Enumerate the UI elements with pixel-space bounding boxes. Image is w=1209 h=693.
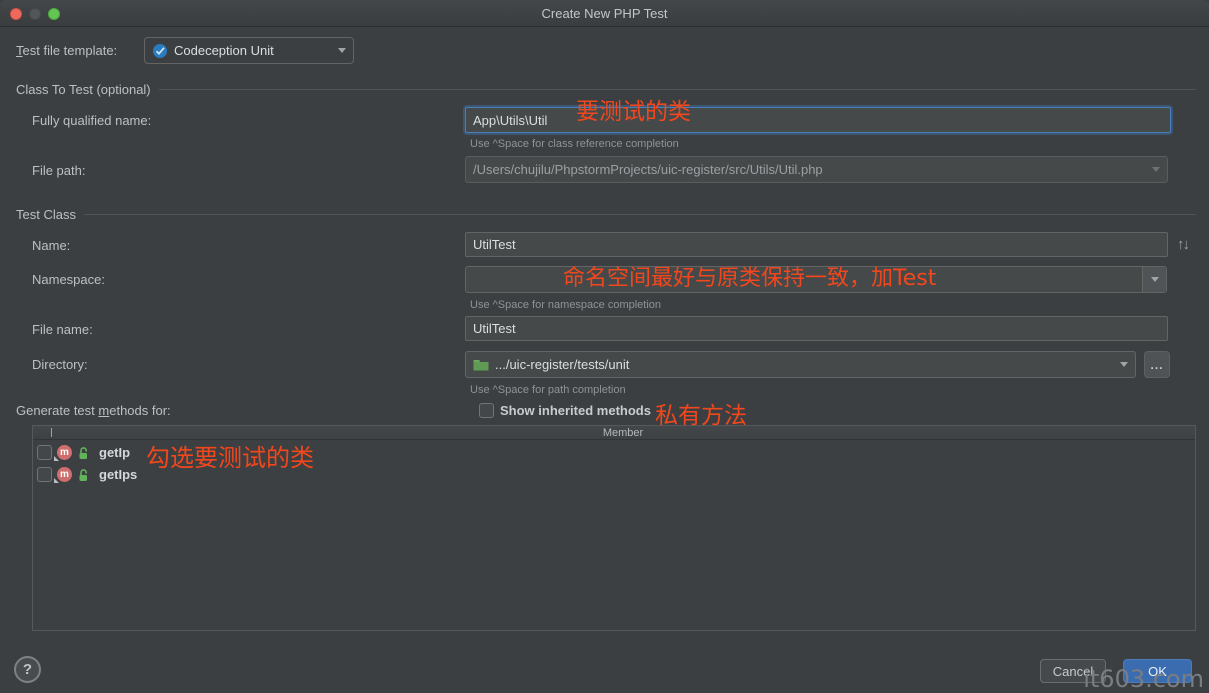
annotation-members: 勾选要测试的类 <box>146 438 314 473</box>
show-inherited-label: Show inherited methods <box>500 403 651 418</box>
window-title: Create New PHP Test <box>0 6 1209 21</box>
ok-button[interactable]: OK <box>1123 659 1192 683</box>
method-icon: m <box>57 467 72 482</box>
cancel-button[interactable]: Cancel <box>1040 659 1106 683</box>
method-glyph: m <box>60 447 69 458</box>
mnemonic: m <box>98 403 109 418</box>
section-title: Test Class <box>16 207 76 222</box>
up-down-arrows-icon: ↑↓ <box>1177 236 1188 253</box>
label-text: ethods for: <box>109 403 170 418</box>
overrides-arrow-icon <box>54 478 59 483</box>
open-lock-icon <box>77 468 90 482</box>
test-class-name-input[interactable] <box>465 232 1168 257</box>
file-path-select[interactable]: /Users/chujilu/PhpstormProjects/uic-regi… <box>465 156 1168 183</box>
help-button[interactable]: ? <box>14 656 41 683</box>
directory-combobox[interactable]: .../uic-register/tests/unit <box>465 351 1136 378</box>
browse-directory-button[interactable]: ... <box>1144 351 1170 378</box>
file-path-label: File path: <box>32 163 85 178</box>
show-inherited-checkbox[interactable] <box>479 403 494 418</box>
fqn-label: Fully qualified name: <box>32 113 151 128</box>
section-divider <box>84 214 1196 215</box>
namespace-hint: Use ^Space for namespace completion <box>470 299 661 311</box>
directory-value: .../uic-register/tests/unit <box>495 357 629 372</box>
codeception-icon <box>152 43 168 59</box>
file-name-label: File name: <box>32 322 93 337</box>
test-file-template-label: Test file template: <box>16 43 117 58</box>
directory-label: Directory: <box>32 357 88 372</box>
section-title: Class To Test (optional) <box>16 82 151 97</box>
member-checkbox[interactable] <box>37 467 52 482</box>
annotation-fqn: 要测试的类 <box>576 92 691 126</box>
open-lock-icon <box>77 446 90 460</box>
fqn-input[interactable] <box>465 107 1171 133</box>
directory-hint: Use ^Space for path completion <box>470 384 626 396</box>
chevron-down-icon <box>338 48 346 53</box>
member-name: getIp <box>99 445 130 460</box>
namespace-dropdown-button[interactable] <box>1142 267 1166 292</box>
member-checkbox[interactable] <box>37 445 52 460</box>
section-divider <box>159 89 1196 90</box>
titlebar: Create New PHP Test <box>0 0 1209 27</box>
annotation-namespace: 命名空间最好与原类保持一致，加Test <box>563 260 936 292</box>
chevron-down-icon <box>1120 362 1128 367</box>
annotation-inherited: 私有方法 <box>655 396 747 430</box>
label-text: Generate test <box>16 403 98 418</box>
chevron-down-icon <box>1152 167 1160 172</box>
method-glyph: m <box>60 469 69 480</box>
test-class-section: Test Class <box>16 207 1196 222</box>
method-icon: m <box>57 445 72 460</box>
file-name-input[interactable] <box>465 316 1168 341</box>
generate-methods-label: Generate test methods for: <box>16 403 171 418</box>
file-path-value: /Users/chujilu/PhpstormProjects/uic-regi… <box>473 162 823 177</box>
namespace-label: Namespace: <box>32 272 105 287</box>
label-text: est file template: <box>23 43 118 58</box>
name-label: Name: <box>32 238 70 253</box>
selected-template: Codeception Unit <box>174 43 274 58</box>
member-name: getIps <box>99 467 137 482</box>
folder-icon <box>473 358 489 371</box>
fqn-hint: Use ^Space for class reference completio… <box>470 138 679 150</box>
member-column-header: Member <box>51 427 1195 439</box>
chevron-down-icon <box>1151 277 1159 282</box>
test-file-template-select[interactable]: Codeception Unit <box>144 37 354 64</box>
overrides-arrow-icon <box>54 456 59 461</box>
